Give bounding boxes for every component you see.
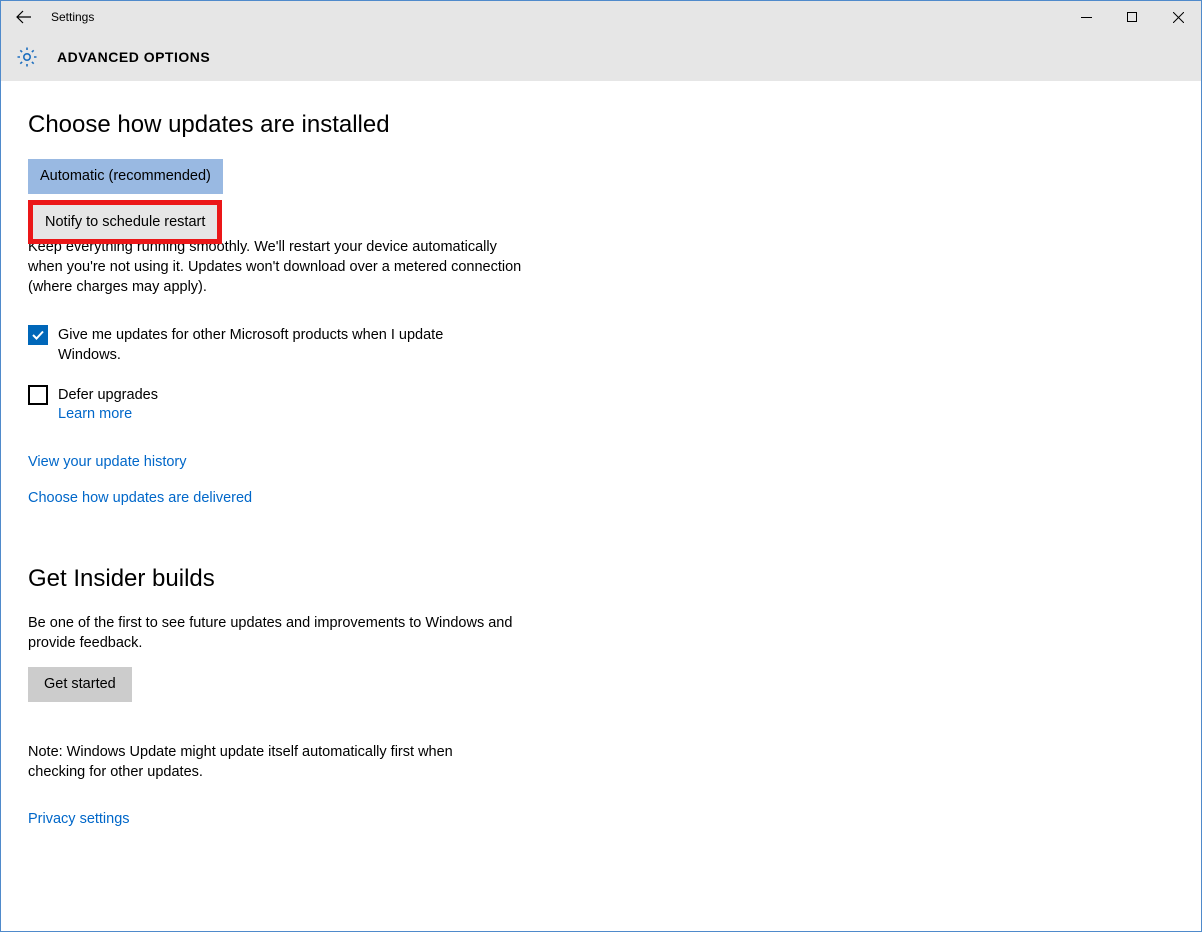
titlebar-title: Settings	[51, 10, 94, 24]
page-title: ADVANCED OPTIONS	[57, 49, 210, 65]
checkbox-icon	[28, 385, 48, 405]
checkbox-label: Defer upgrades	[58, 385, 158, 405]
gear-icon	[15, 45, 39, 69]
section-heading-updates: Choose how updates are installed	[28, 111, 1201, 139]
view-history-link[interactable]: View your update history	[28, 454, 187, 470]
update-note: Note: Windows Update might update itself…	[28, 742, 508, 782]
insider-description: Be one of the first to see future update…	[28, 613, 528, 653]
learn-more-link[interactable]: Learn more	[58, 406, 132, 422]
install-mode-description: Keep everything running smoothly. We'll …	[28, 237, 528, 297]
minimize-icon	[1081, 12, 1092, 23]
dropdown-selected[interactable]: Automatic (recommended)	[28, 159, 223, 194]
checkbox-other-products[interactable]: Give me updates for other Microsoft prod…	[28, 325, 508, 365]
minimize-button[interactable]	[1063, 1, 1109, 33]
checkbox-label-block: Defer upgrades Learn more	[58, 385, 158, 423]
window-controls	[1063, 1, 1201, 33]
section-heading-insider: Get Insider builds	[28, 565, 1201, 593]
dropdown-option-notify-restart[interactable]: Notify to schedule restart	[33, 205, 217, 239]
close-icon	[1173, 12, 1184, 23]
back-arrow-icon	[16, 9, 32, 25]
updates-delivered-link[interactable]: Choose how updates are delivered	[28, 490, 252, 506]
privacy-settings-link[interactable]: Privacy settings	[28, 811, 130, 827]
page-subheader: ADVANCED OPTIONS	[1, 33, 1201, 81]
titlebar: Settings	[1, 1, 1201, 33]
checkbox-defer-upgrades[interactable]: Defer upgrades Learn more	[28, 385, 508, 423]
install-mode-dropdown[interactable]: Automatic (recommended) Notify to schedu…	[28, 159, 228, 194]
checkbox-label: Give me updates for other Microsoft prod…	[58, 325, 508, 365]
close-button[interactable]	[1155, 1, 1201, 33]
maximize-button[interactable]	[1109, 1, 1155, 33]
get-started-button[interactable]: Get started	[28, 667, 132, 702]
settings-window: Settings ADVANCED OPTIONS Ch	[0, 0, 1202, 932]
dropdown-list: Notify to schedule restart	[28, 200, 222, 244]
back-button[interactable]	[1, 1, 47, 33]
content-area: Choose how updates are installed Automat…	[1, 81, 1201, 931]
checkbox-icon	[28, 325, 48, 345]
maximize-icon	[1127, 12, 1138, 23]
